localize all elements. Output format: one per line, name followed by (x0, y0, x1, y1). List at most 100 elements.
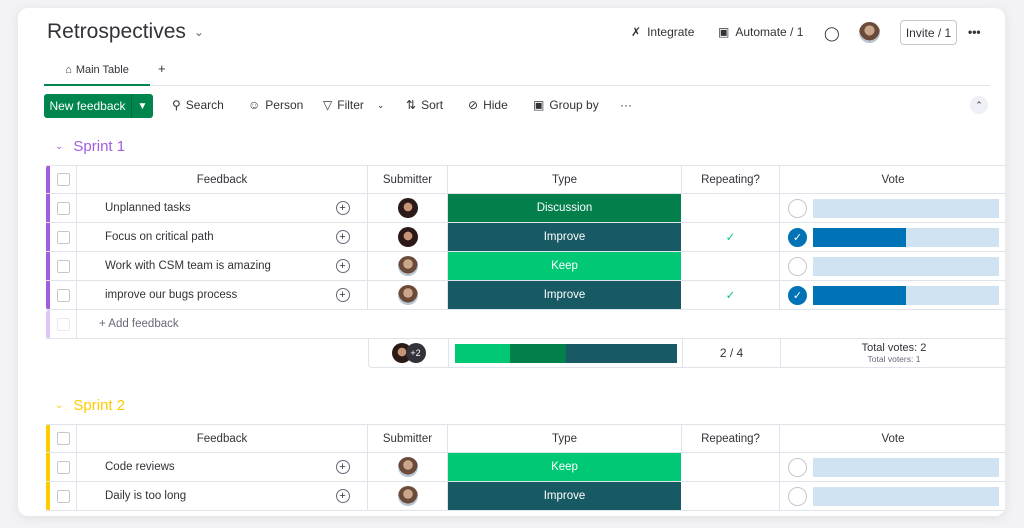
more-icon[interactable]: ··· (620, 98, 632, 112)
column-header-type[interactable]: Type (448, 166, 682, 193)
table-row[interactable]: improve our bugs process + Improve ✓ ✓ (46, 281, 1005, 310)
vote-button[interactable] (788, 486, 807, 506)
chevron-down-icon[interactable]: ▼ (132, 94, 153, 118)
group-title[interactable]: ⌄ Sprint 2 (55, 397, 125, 414)
submitter-cell[interactable] (368, 281, 448, 309)
chevron-down-icon[interactable]: ⌄ (55, 400, 63, 411)
avatar (397, 486, 418, 506)
feedback-cell[interactable]: improve our bugs process (77, 281, 318, 309)
submitter-cell[interactable] (368, 252, 448, 280)
chevron-down-icon[interactable]: ⌄ (55, 141, 63, 152)
new-feedback-button[interactable]: New feedback ▼ (44, 94, 153, 118)
add-update-button[interactable]: + (318, 194, 368, 222)
row-checkbox[interactable] (50, 453, 77, 481)
table-row[interactable]: Daily is too long + Improve (46, 482, 1005, 511)
vote-bar-fill (813, 285, 906, 305)
feedback-cell[interactable]: Work with CSM team is amazing (77, 252, 318, 280)
column-header-feedback[interactable]: Feedback (77, 166, 368, 193)
row-checkbox[interactable] (50, 194, 77, 222)
type-status-cell[interactable]: Improve (448, 281, 682, 309)
repeating-cell[interactable]: ✓ (682, 281, 780, 309)
invite-button[interactable]: Invite / 1 (900, 20, 957, 45)
add-update-button[interactable]: + (318, 482, 368, 510)
submitter-cell[interactable] (368, 482, 448, 510)
vote-button[interactable]: ✓ (788, 227, 807, 247)
vote-cell[interactable] (780, 453, 1005, 481)
table-row[interactable]: Code reviews + Keep (46, 453, 1005, 482)
collapse-icon[interactable]: ⌃ (970, 96, 988, 114)
row-checkbox[interactable] (50, 482, 77, 510)
group-by-button[interactable]: ▣ Group by (533, 98, 599, 112)
search-button[interactable]: ⚲ Search (172, 98, 224, 112)
row-checkbox[interactable] (50, 281, 77, 309)
submitter-cell[interactable] (368, 453, 448, 481)
submitter-cell[interactable] (368, 194, 448, 222)
summary-row: +2 2 / 4 Total votes: 2 Total voters: 1 (368, 339, 1005, 368)
automate-button[interactable]: ▣ Automate / 1 (718, 25, 803, 39)
column-header-submitter[interactable]: Submitter (368, 166, 448, 193)
add-update-button[interactable]: + (318, 453, 368, 481)
add-feedback-input[interactable]: + Add feedback (77, 310, 377, 338)
column-header-vote[interactable]: Vote (780, 166, 1005, 193)
vote-cell[interactable] (780, 194, 1005, 222)
vote-cell[interactable] (780, 482, 1005, 510)
add-update-button[interactable]: + (318, 223, 368, 251)
select-all-checkbox[interactable] (50, 166, 77, 193)
table-row[interactable]: Unplanned tasks + Discussion (46, 194, 1005, 223)
vote-button[interactable] (788, 256, 807, 276)
repeating-cell[interactable] (682, 453, 780, 481)
updates-icon[interactable]: ◯ (824, 25, 840, 42)
new-feedback-label[interactable]: New feedback (44, 94, 132, 118)
vote-cell[interactable]: ✓ (780, 281, 1005, 309)
board-title-text: Retrospectives (47, 20, 186, 43)
board-title[interactable]: Retrospectives ⌄ (47, 20, 204, 44)
column-header-feedback[interactable]: Feedback (77, 425, 368, 452)
vote-button[interactable] (788, 457, 807, 477)
type-status-cell[interactable]: Improve (448, 482, 682, 510)
add-update-button[interactable]: + (318, 281, 368, 309)
feedback-cell[interactable]: Code reviews (77, 453, 318, 481)
tab-main-table[interactable]: ⌂ Main Table (44, 56, 150, 86)
column-header-repeating[interactable]: Repeating? (682, 166, 780, 193)
type-status-cell[interactable]: Keep (448, 453, 682, 481)
submitter-cell[interactable] (368, 223, 448, 251)
row-checkbox[interactable] (50, 252, 77, 280)
integrate-button[interactable]: ✗ Integrate (631, 25, 694, 39)
vote-button[interactable] (788, 198, 807, 218)
type-status-cell[interactable]: Keep (448, 252, 682, 280)
filter-label: Filter (337, 98, 364, 112)
column-header-submitter[interactable]: Submitter (368, 425, 448, 452)
avatar[interactable] (859, 22, 880, 43)
add-comment-icon: + (335, 259, 350, 273)
chevron-down-icon: ⌄ (193, 25, 204, 39)
select-all-checkbox[interactable] (50, 425, 77, 452)
feedback-cell[interactable]: Daily is too long (77, 482, 318, 510)
filter-button[interactable]: ▽ Filter ⌄ (323, 98, 384, 112)
chevron-down-icon[interactable]: ⌄ (377, 100, 385, 111)
add-update-button[interactable]: + (318, 252, 368, 280)
row-checkbox[interactable] (50, 223, 77, 251)
table-row[interactable]: Focus on critical path + Improve ✓ ✓ (46, 223, 1005, 252)
column-header-type[interactable]: Type (448, 425, 682, 452)
repeating-cell[interactable] (682, 482, 780, 510)
type-status-cell[interactable]: Improve (448, 223, 682, 251)
feedback-cell[interactable]: Focus on critical path (77, 223, 318, 251)
feedback-cell[interactable]: Unplanned tasks (77, 194, 318, 222)
repeating-cell[interactable]: ✓ (682, 223, 780, 251)
vote-cell[interactable]: ✓ (780, 223, 1005, 251)
repeating-cell[interactable] (682, 194, 780, 222)
repeating-cell[interactable] (682, 252, 780, 280)
hide-button[interactable]: ⊘ Hide (468, 98, 508, 112)
sort-button[interactable]: ⇅ Sort (406, 98, 443, 112)
table-row[interactable]: Work with CSM team is amazing + Keep (46, 252, 1005, 281)
more-icon[interactable]: ••• (968, 25, 981, 39)
type-status-cell[interactable]: Discussion (448, 194, 682, 222)
submitters-summary[interactable]: +2 (369, 339, 449, 367)
vote-cell[interactable] (780, 252, 1005, 280)
column-header-vote[interactable]: Vote (780, 425, 1005, 452)
column-header-repeating[interactable]: Repeating? (682, 425, 780, 452)
vote-button[interactable]: ✓ (788, 285, 807, 305)
add-view-button[interactable]: + (158, 61, 166, 76)
person-button[interactable]: ☺ Person (248, 98, 303, 112)
group-title[interactable]: ⌄ Sprint 1 (55, 138, 125, 155)
